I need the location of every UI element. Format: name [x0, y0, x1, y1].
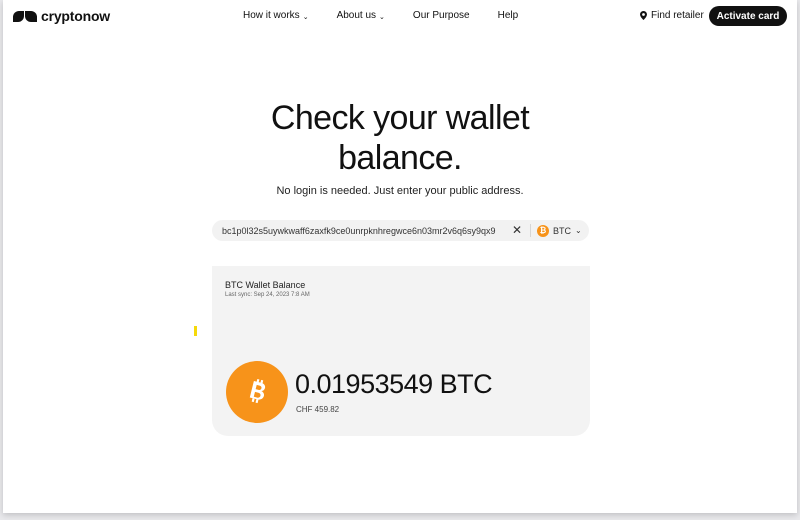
search-divider: [530, 224, 531, 237]
nav-item-how-it-works[interactable]: How it works ⌄: [243, 10, 309, 21]
page-subtitle: No login is needed. Just enter your publ…: [276, 185, 524, 197]
fiat-balance-value: CHF 459.82: [296, 405, 340, 414]
nav-item-our-purpose[interactable]: Our Purpose: [413, 10, 470, 21]
activate-card-button[interactable]: Activate card: [709, 6, 787, 26]
page-title-line-1: Check your wallet: [270, 99, 530, 137]
page-title-line-2: balance.: [338, 139, 462, 177]
logo-mark-icon: [13, 10, 37, 22]
text-cursor-marker: [194, 326, 197, 336]
bitcoin-symbol-icon: [249, 378, 266, 404]
nav-item-label: Help: [497, 10, 519, 21]
browser-page: cryptonow How it works ⌄ About us ⌄ Our …: [3, 0, 797, 513]
find-retailer-label: Find retailer: [651, 10, 704, 21]
wallet-balance-card: BTC Wallet Balance Last sync: Sep 24, 20…: [212, 266, 590, 436]
chevron-down-icon: ⌄: [379, 13, 385, 21]
wallet-address-search: ✕ ₿ BTC ⌄: [212, 220, 589, 241]
nav-item-label: About us: [336, 10, 377, 21]
chevron-down-icon: ⌄: [575, 226, 582, 235]
page-title: Check your wallet balance.: [3, 98, 797, 178]
close-icon[interactable]: ✕: [510, 223, 524, 237]
brand-name: cryptonow: [41, 8, 110, 24]
wallet-balance-title: BTC Wallet Balance: [225, 280, 306, 290]
nav-item-about-us[interactable]: About us ⌄: [337, 10, 385, 21]
btc-balance-value: 0.01953549 BTC: [295, 369, 493, 399]
currency-selector[interactable]: ₿ BTC ⌄: [537, 223, 582, 238]
nav-item-label: How it works: [243, 10, 300, 21]
last-sync-timestamp: Last sync: Sep 24, 2023 7:8 AM: [225, 292, 310, 298]
location-pin-icon: [640, 11, 647, 20]
find-retailer-link[interactable]: Find retailer: [640, 10, 704, 21]
brand-logo[interactable]: cryptonow: [13, 8, 110, 24]
currency-selector-label: BTC: [553, 225, 571, 236]
chevron-down-icon: ⌄: [302, 13, 309, 21]
top-navigation: cryptonow How it works ⌄ About us ⌄ Our …: [3, 0, 797, 32]
bitcoin-icon: [226, 361, 288, 423]
nav-item-label: Our Purpose: [412, 10, 470, 21]
nav-item-help[interactable]: Help: [498, 10, 519, 21]
nav-links: How it works ⌄ About us ⌄ Our Purpose He…: [243, 10, 546, 21]
bitcoin-icon: ₿: [537, 224, 549, 237]
wallet-address-input[interactable]: [222, 220, 500, 241]
